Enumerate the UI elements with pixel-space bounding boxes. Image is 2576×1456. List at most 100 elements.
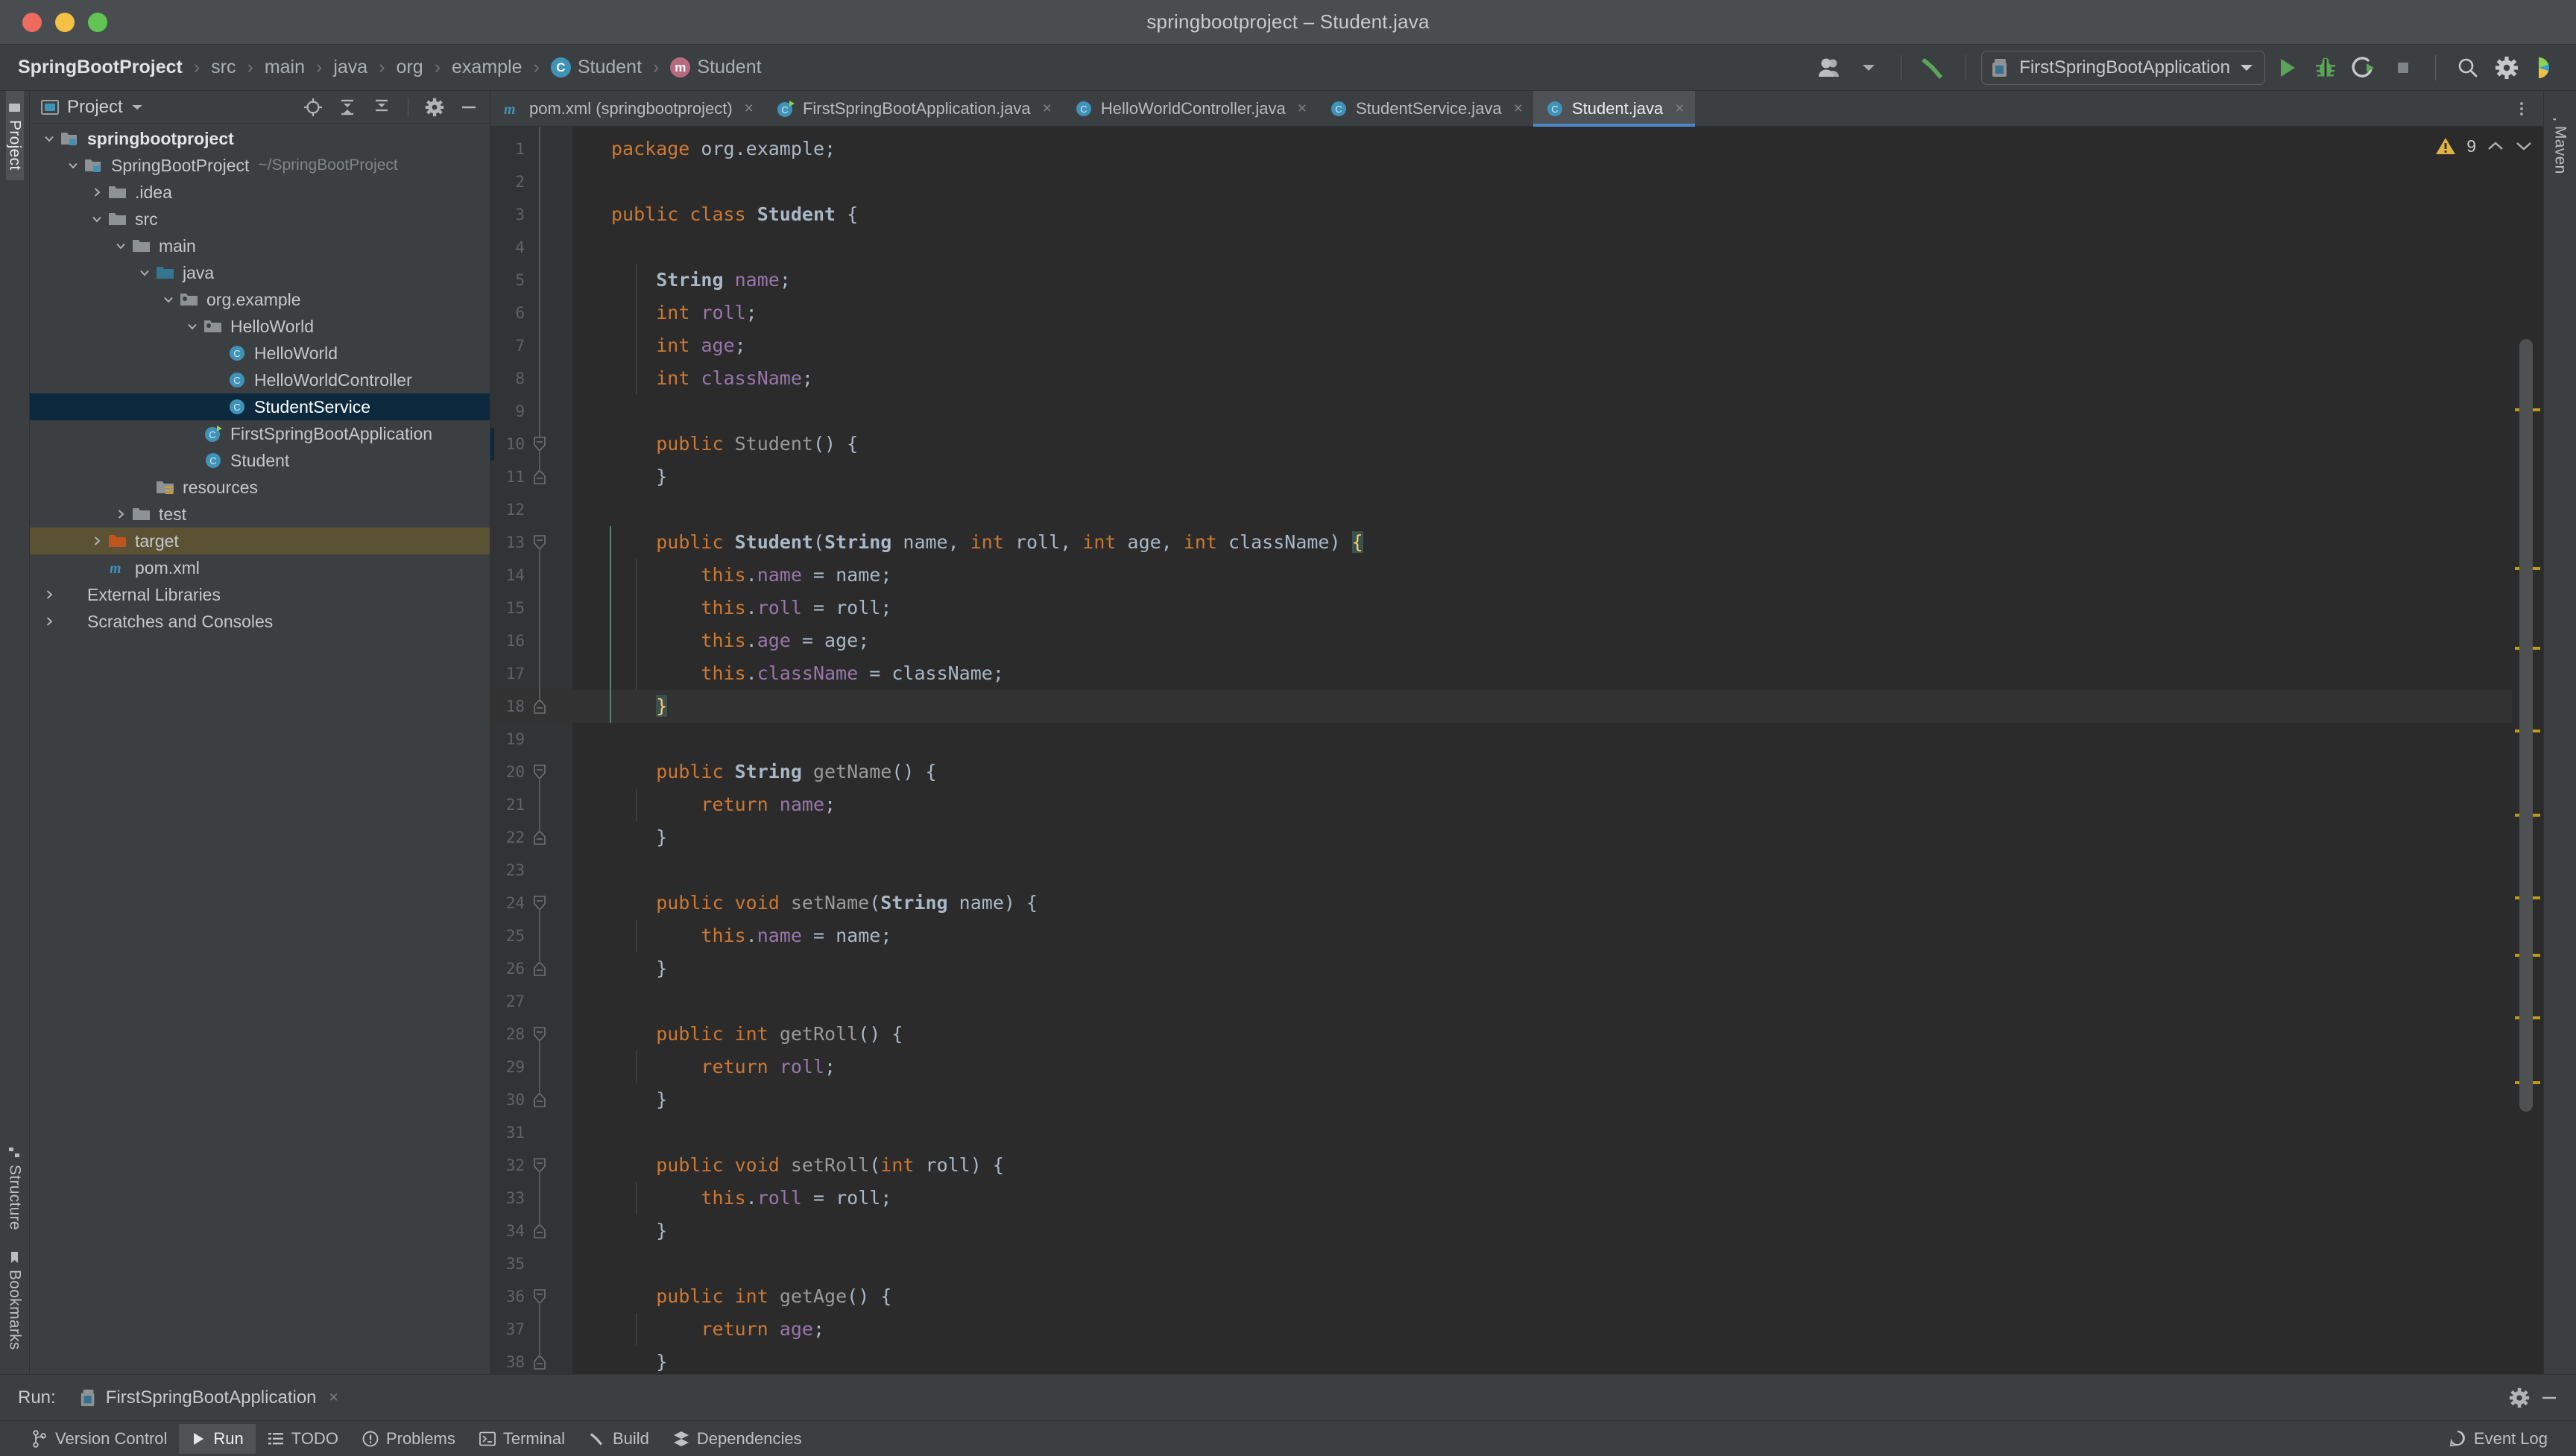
code-line[interactable] bbox=[572, 395, 2512, 428]
status-item-version-control[interactable]: Version Control bbox=[19, 1424, 179, 1454]
code-line[interactable]: int className; bbox=[572, 362, 2512, 395]
minimize-window-button[interactable] bbox=[55, 12, 75, 32]
close-icon[interactable]: × bbox=[1298, 100, 1307, 118]
close-icon[interactable]: × bbox=[1043, 100, 1052, 118]
tree-node[interactable]: main bbox=[30, 232, 490, 259]
chevron-right-icon[interactable] bbox=[86, 186, 107, 199]
breadcrumb-item-class[interactable]: C Student bbox=[549, 57, 643, 78]
ai-assistant-icon[interactable] bbox=[2528, 51, 2563, 85]
code-line[interactable] bbox=[572, 723, 2512, 756]
breadcrumb-item-example[interactable]: example bbox=[450, 57, 524, 78]
code-line[interactable]: this.name = name; bbox=[572, 559, 2512, 592]
sidebar-item-bookmarks[interactable]: Bookmarks bbox=[6, 1241, 24, 1361]
sidebar-item-project[interactable]: Project bbox=[5, 91, 24, 181]
tree-node[interactable]: resources bbox=[30, 474, 490, 501]
chevron-right-icon[interactable] bbox=[39, 615, 60, 628]
breadcrumb-item-java[interactable]: java bbox=[332, 57, 369, 78]
code-line[interactable] bbox=[572, 985, 2512, 1018]
code-line[interactable]: } bbox=[572, 690, 2512, 723]
gear-icon[interactable] bbox=[421, 94, 448, 121]
code-line[interactable]: } bbox=[572, 1083, 2512, 1116]
run-panel-tab[interactable]: FirstSpringBootApplication × bbox=[80, 1387, 338, 1408]
run-configuration-selector[interactable]: FirstSpringBootApplication bbox=[1981, 50, 2265, 85]
code-content[interactable]: package org.example; public class Student… bbox=[572, 127, 2512, 1374]
status-item-build[interactable]: Build bbox=[577, 1424, 661, 1454]
code-line[interactable]: this.age = age; bbox=[572, 624, 2512, 657]
breadcrumb-item-project[interactable]: SpringBootProject bbox=[16, 57, 184, 78]
vertical-scrollbar-thumb[interactable] bbox=[2519, 338, 2533, 1112]
run-coverage-icon[interactable] bbox=[2347, 51, 2381, 85]
code-line[interactable]: public int getAge() { bbox=[572, 1280, 2512, 1313]
chevron-up-icon[interactable] bbox=[2487, 139, 2504, 153]
gear-icon[interactable] bbox=[2490, 51, 2524, 85]
code-line[interactable] bbox=[572, 493, 2512, 526]
chevron-down-icon[interactable] bbox=[134, 266, 155, 279]
editor-tab[interactable]: C FirstSpringBootApplication.java × bbox=[764, 91, 1062, 126]
chevron-down-icon[interactable] bbox=[2515, 139, 2533, 153]
chevron-right-icon[interactable] bbox=[86, 534, 107, 548]
tree-node[interactable]: test bbox=[30, 501, 490, 528]
code-line[interactable]: return name; bbox=[572, 788, 2512, 821]
status-item-terminal[interactable]: Terminal bbox=[467, 1424, 577, 1454]
tree-node[interactable]: C StudentService bbox=[30, 393, 490, 420]
tree-node[interactable]: src bbox=[30, 206, 490, 232]
code-line[interactable]: public void setRoll(int roll) { bbox=[572, 1149, 2512, 1182]
chevron-down-icon[interactable] bbox=[39, 132, 60, 145]
user-avatar-icon[interactable] bbox=[1813, 51, 1847, 85]
code-line[interactable]: this.roll = roll; bbox=[572, 1182, 2512, 1215]
tree-node[interactable]: SpringBootProject ~/SpringBootProject bbox=[30, 152, 490, 179]
close-icon[interactable]: × bbox=[329, 1389, 338, 1407]
hide-icon[interactable] bbox=[2534, 1383, 2564, 1413]
status-item-run[interactable]: Run bbox=[179, 1423, 256, 1454]
tree-node[interactable]: .idea bbox=[30, 179, 490, 206]
chevron-down-icon[interactable] bbox=[86, 212, 107, 226]
collapse-all-icon[interactable] bbox=[368, 94, 395, 121]
inspections-widget[interactable]: 9 bbox=[2425, 127, 2543, 165]
status-item-problems[interactable]: Problems bbox=[350, 1424, 467, 1454]
code-line[interactable]: int age; bbox=[572, 329, 2512, 362]
breadcrumb-item-org[interactable]: org bbox=[395, 57, 425, 78]
tree-node[interactable]: Scratches and Consoles bbox=[30, 608, 490, 635]
code-line[interactable]: } bbox=[572, 952, 2512, 985]
tree-node[interactable]: target bbox=[30, 528, 490, 554]
code-line[interactable]: public class Student { bbox=[572, 198, 2512, 231]
hammer-icon[interactable] bbox=[1916, 51, 1951, 85]
code-line[interactable]: } bbox=[572, 460, 2512, 493]
tree-node[interactable]: java bbox=[30, 259, 490, 286]
chevron-right-icon[interactable] bbox=[110, 507, 131, 521]
code-line[interactable]: String name; bbox=[572, 264, 2512, 297]
breadcrumb-item-main[interactable]: main bbox=[263, 57, 306, 78]
editor-tab[interactable]: m pom.xml (springbootproject) × bbox=[490, 91, 764, 126]
editor-scrollbar-markers[interactable]: 9 bbox=[2425, 127, 2543, 1374]
chevron-down-icon[interactable] bbox=[1852, 51, 1886, 85]
code-line[interactable]: package org.example; bbox=[572, 133, 2512, 165]
tree-node[interactable]: m pom.xml bbox=[30, 554, 490, 581]
tree-node[interactable]: C HelloWorldController bbox=[30, 367, 490, 393]
chevron-down-icon[interactable] bbox=[110, 239, 131, 253]
close-window-button[interactable] bbox=[22, 12, 42, 32]
code-line[interactable]: public Student(String name, int roll, in… bbox=[572, 526, 2512, 559]
tree-node[interactable]: C FirstSpringBootApplication bbox=[30, 420, 490, 447]
close-icon[interactable]: × bbox=[745, 100, 754, 118]
close-icon[interactable]: × bbox=[1675, 100, 1684, 118]
gear-icon[interactable] bbox=[2504, 1383, 2534, 1413]
code-line[interactable] bbox=[572, 1116, 2512, 1149]
code-line[interactable]: return age; bbox=[572, 1313, 2512, 1346]
chevron-down-icon[interactable] bbox=[63, 159, 83, 172]
code-line[interactable]: public int getRoll() { bbox=[572, 1018, 2512, 1051]
editor-tab-strip[interactable]: m pom.xml (springbootproject) × C FirstSprin… bbox=[490, 91, 2543, 127]
code-line[interactable]: public Student() { bbox=[572, 428, 2512, 460]
chevron-down-icon[interactable] bbox=[182, 320, 203, 333]
status-item-event-log[interactable]: Event Log bbox=[2437, 1424, 2560, 1454]
tree-node[interactable]: springbootproject bbox=[30, 125, 490, 152]
tree-node[interactable]: org.example bbox=[30, 286, 490, 313]
zoom-window-button[interactable] bbox=[88, 12, 107, 32]
code-line[interactable]: return roll; bbox=[572, 1051, 2512, 1083]
breadcrumb-item-src[interactable]: src bbox=[209, 57, 237, 78]
editor-tab[interactable]: C HelloWorldController.java × bbox=[1062, 91, 1317, 126]
code-line[interactable]: } bbox=[572, 1346, 2512, 1374]
code-line[interactable]: } bbox=[572, 1215, 2512, 1247]
tab-strip-more-button[interactable] bbox=[2512, 91, 2543, 126]
code-line[interactable]: public void setName(String name) { bbox=[572, 887, 2512, 920]
tree-node[interactable]: External Libraries bbox=[30, 581, 490, 608]
